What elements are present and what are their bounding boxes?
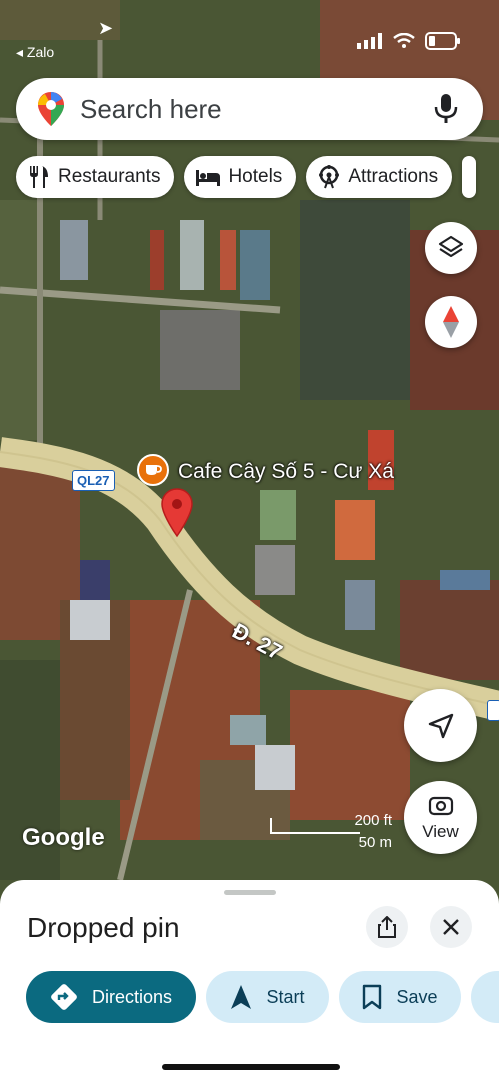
microphone-icon[interactable] (433, 93, 459, 125)
share-icon (378, 916, 396, 938)
chip-label: Restaurants (58, 166, 161, 187)
search-input[interactable]: Search here (80, 94, 433, 125)
chip-hotels[interactable]: Hotels (184, 156, 297, 198)
more-actions-partial[interactable] (471, 971, 499, 1023)
share-button[interactable] (366, 906, 408, 948)
my-location-button[interactable] (404, 689, 477, 762)
layers-button[interactable] (425, 222, 477, 274)
fork-knife-icon (30, 166, 48, 188)
map-scale: 200 ft 50 m (268, 812, 394, 860)
google-maps-logo-icon (38, 92, 64, 126)
wifi-icon (393, 33, 415, 48)
save-button[interactable]: Save (339, 971, 461, 1023)
save-label: Save (396, 986, 438, 1007)
chip-label: Attractions (348, 166, 439, 187)
action-buttons: Directions Start Save (26, 971, 499, 1023)
layers-icon (438, 235, 464, 258)
directions-button[interactable]: Directions (26, 971, 196, 1023)
chip-label: Hotels (228, 166, 283, 187)
street-view-camera-icon (428, 796, 453, 815)
road-shield-partial (487, 700, 499, 721)
bed-icon (196, 170, 221, 186)
scale-m: 50 m (358, 834, 392, 851)
battery-icon (425, 32, 460, 50)
start-label: Start (266, 986, 305, 1007)
status-icons (357, 32, 461, 50)
category-chips: Restaurants Hotels Attractions (16, 156, 477, 198)
sheet-drag-handle[interactable] (224, 890, 276, 895)
place-bottom-sheet: Dropped pin Directions Start Save (0, 880, 499, 1080)
directions-label: Directions (91, 986, 173, 1007)
close-icon (443, 919, 459, 935)
cafe-marker-icon[interactable] (137, 454, 169, 486)
street-view-button[interactable]: View (404, 781, 477, 854)
scale-ft: 200 ft (354, 812, 392, 829)
status-bar: ➤ ◂ Zalo (0, 0, 499, 70)
chip-attractions[interactable]: Attractions (306, 156, 453, 198)
back-to-app-link[interactable]: ◂ Zalo (16, 44, 54, 61)
ferris-wheel-icon (319, 165, 340, 189)
road-shield: QL27 (72, 470, 115, 491)
signal-icon (357, 33, 382, 49)
dropped-pin-marker[interactable] (160, 488, 194, 538)
view-label: View (422, 821, 459, 841)
place-label[interactable]: Cafe Cây Số 5 - Cư Xá (178, 460, 394, 484)
directions-icon (51, 984, 77, 1010)
navigation-arrow-icon (428, 713, 453, 738)
compass-icon (443, 306, 459, 338)
google-logo: Google (22, 824, 105, 851)
home-indicator (162, 1064, 340, 1070)
chip-more[interactable] (462, 156, 477, 198)
search-bar[interactable]: Search here (16, 78, 483, 140)
start-button[interactable]: Start (206, 971, 329, 1023)
chip-restaurants[interactable]: Restaurants (16, 156, 175, 198)
location-arrow-icon: ➤ (98, 18, 114, 38)
compass-button[interactable] (425, 296, 477, 348)
place-title: Dropped pin (27, 912, 180, 943)
navigation-arrow-icon (231, 985, 252, 1009)
close-button[interactable] (430, 906, 472, 948)
bookmark-icon (363, 984, 382, 1010)
